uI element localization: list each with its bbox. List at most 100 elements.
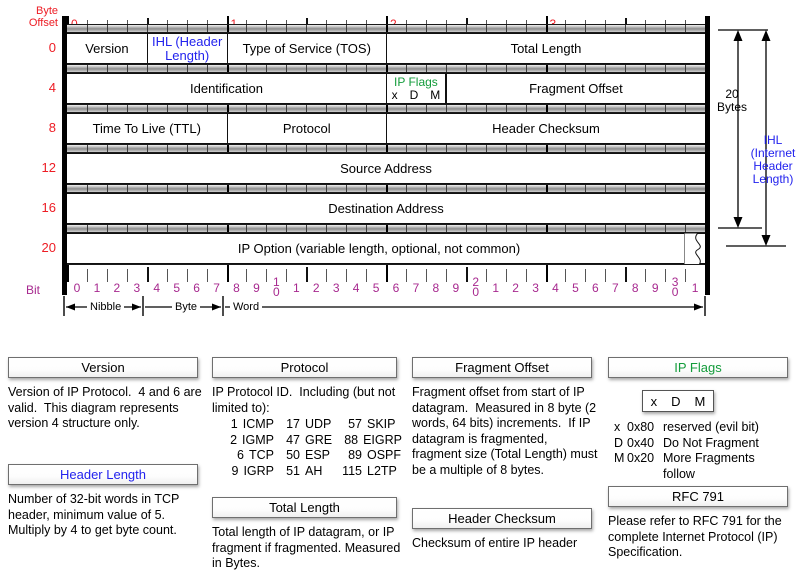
bit-number: 4: [153, 281, 161, 295]
ip-flag-description: Do Not Fragment: [663, 435, 759, 450]
hatch-tick: [386, 145, 388, 152]
hatch-tick: [485, 25, 487, 32]
hatch-tick: [605, 65, 607, 72]
ip-flag-hex: 0x40: [627, 435, 655, 450]
measure-word: Word: [230, 301, 263, 313]
hatch-tick: [425, 25, 427, 32]
header-field-source-address: Source Address: [67, 154, 705, 183]
hatch-tick: [605, 25, 607, 32]
hatch-tick: [286, 65, 288, 72]
byte-offset-caption-line2: Offset: [28, 17, 58, 29]
hatch-tick: [585, 225, 587, 232]
hatch-tick: [186, 105, 188, 112]
ruler-tick: [625, 267, 628, 282]
protocol-number: 2: [230, 432, 238, 447]
hatch-tick: [405, 25, 407, 32]
protocol-name: ESP: [305, 448, 331, 462]
hatch-tick: [286, 225, 288, 232]
byte-offset-8: 8: [48, 120, 56, 135]
ruler-tick: [585, 269, 587, 282]
protocol-entry: 88 EIGRP: [336, 433, 402, 449]
byte-offset-4: 4: [48, 80, 56, 95]
hatch-tick: [685, 185, 687, 192]
bit-number: 2: [512, 281, 519, 295]
hatch-tick: [366, 225, 368, 232]
protocol-name: EIGRP: [363, 432, 402, 447]
hatch-tick: [685, 65, 687, 72]
byte-offset-caption-line1: Byte: [35, 5, 58, 17]
hatch-tick: [166, 25, 168, 32]
hatch-tick: [645, 225, 647, 232]
protocol-number: 50: [286, 448, 300, 462]
hatch-tick: [386, 185, 388, 192]
hatch-tick: [206, 105, 208, 112]
hatch-tick: [326, 145, 328, 152]
legend-body-header-checksum: Checksum of entire IP header: [412, 536, 578, 550]
bit-number: 3: [332, 281, 340, 295]
ip-flags-legend-list: x 0x80 reserved (evil bit) D 0x40 Do Not Frag…: [614, 420, 794, 482]
hatch-tick: [86, 185, 88, 192]
hatch-tick: [266, 105, 268, 112]
ruler-tick: [645, 269, 647, 282]
header-field-version: Version: [67, 34, 147, 63]
ip-flags-bits: xDM: [392, 88, 441, 102]
byte-offset-0: 0: [48, 40, 56, 55]
hatch-tick: [565, 105, 567, 112]
hatch-tick: [326, 105, 328, 112]
hatch-tick: [505, 185, 507, 192]
hatch-tick: [445, 145, 447, 152]
ruler-tick: [226, 265, 229, 282]
protocol-entry: 57 SKIP: [336, 417, 402, 433]
bit-number: 7: [412, 281, 420, 295]
nibble-byte-word-measure: [63, 296, 706, 316]
hatch-tick: [226, 145, 229, 152]
bit-number: 7: [611, 281, 619, 295]
hatch-tick: [326, 225, 328, 232]
hatch-tick: [485, 105, 487, 112]
hatch-tick: [86, 25, 88, 32]
hatch-tick: [346, 185, 348, 192]
hatch-tick: [605, 145, 607, 152]
hatch-tick: [286, 145, 288, 152]
hatch-tick: [665, 65, 667, 72]
hatch-tick: [585, 65, 587, 72]
hatch-tick: [86, 145, 88, 152]
hatch-tick: [425, 225, 427, 232]
protocol-entry: 89 OSPF: [336, 448, 402, 464]
hatch-tick: [665, 225, 667, 232]
ipv4-header-diagram-page: Byte Offset Bit 0123 VersionIHL (Header …: [0, 0, 800, 576]
hatch-tick: [186, 225, 188, 232]
hatch-tick: [565, 185, 567, 192]
protocol-number: 47: [286, 432, 300, 447]
ruler-tick: [346, 269, 348, 282]
hatch-tick: [445, 225, 447, 232]
byte-offset-12: 12: [41, 160, 56, 175]
header-field-label: Identification: [190, 80, 263, 96]
bit-number: 5: [173, 281, 180, 295]
hatch-tick: [306, 25, 308, 32]
protocol-number: 57: [348, 417, 362, 431]
bit-number: 1: [691, 281, 699, 295]
bit-number: 0: [73, 281, 81, 295]
ip-flag-description: reserved (evil bit): [663, 420, 759, 434]
hatch-tick: [645, 185, 647, 192]
hatch-tick: [525, 105, 527, 112]
header-field-label: Version: [85, 40, 129, 56]
hatch-tick: [665, 105, 667, 112]
hatch-tick: [166, 65, 168, 72]
header-field-label: Header Checksum: [492, 120, 600, 136]
ruler-tick: [186, 269, 188, 282]
hatch-tick: [146, 145, 148, 152]
protocol-entry: 17 UDP: [274, 417, 336, 433]
hatch-tick: [685, 225, 687, 232]
header-field-label: Protocol: [282, 120, 331, 136]
protocol-number: 9: [231, 463, 239, 478]
hatch-tick: [366, 145, 368, 152]
hatch-tick: [106, 225, 108, 232]
legend-body-header-length: Number of 32-bit words in TCP header, mi…: [8, 492, 183, 537]
hatch-tick: [346, 25, 348, 32]
header-field-destination-address: Destination Address: [67, 194, 705, 223]
hatch-tick: [106, 25, 108, 32]
header-field-label: Source Address: [340, 160, 432, 176]
hatch-tick: [126, 185, 128, 192]
